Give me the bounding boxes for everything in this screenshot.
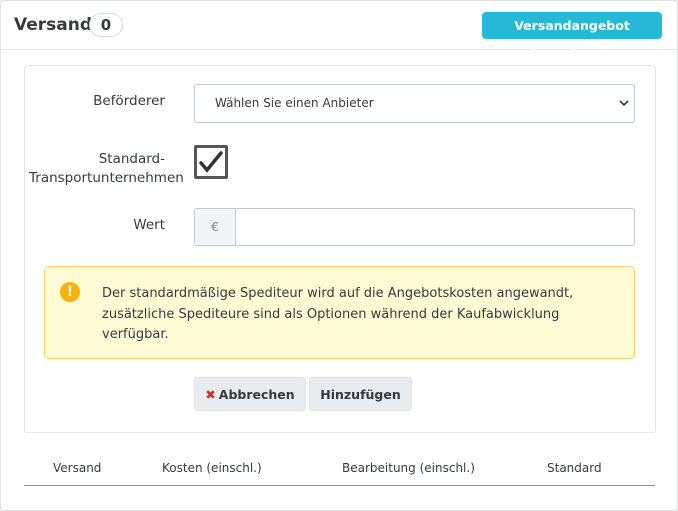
carrier-select[interactable]: Wählen Sie einen Anbieter	[194, 84, 635, 123]
panel-title: Versand	[14, 15, 93, 35]
table-header-divider	[24, 485, 655, 486]
add-button[interactable]: Hinzufügen	[309, 377, 412, 411]
info-alert: ! Der standardmäßige Spediteur wird auf …	[44, 266, 635, 359]
default-carrier-checkbox[interactable]	[194, 145, 228, 179]
value-input-group: €	[194, 208, 635, 246]
column-header-shipping: Versand	[53, 461, 102, 475]
value-label: Wert	[133, 217, 165, 233]
column-header-cost: Kosten (einschl.)	[162, 461, 262, 475]
warning-icon: !	[60, 282, 80, 302]
default-carrier-label-line1: Standard-	[98, 151, 165, 167]
checkmark-icon	[199, 151, 223, 173]
count-badge: 0	[89, 13, 123, 37]
carrier-select-value: Wählen Sie einen Anbieter	[215, 96, 374, 110]
default-carrier-label-line2: Transportunternehmen	[29, 170, 184, 186]
column-header-default: Standard	[547, 461, 602, 475]
alert-text: Der standardmäßige Spediteur wird auf di…	[102, 286, 574, 342]
cancel-label: Abbrechen	[218, 387, 295, 402]
currency-addon: €	[195, 209, 236, 245]
carrier-label: Beförderer	[93, 93, 165, 109]
value-input[interactable]	[237, 210, 631, 244]
chevron-down-icon	[619, 100, 629, 107]
cancel-button[interactable]: ✖ Abbrechen	[194, 377, 306, 411]
shipping-panel: Versand 0 Versandangebot hinzufügen Befö…	[0, 0, 678, 511]
panel-header: Versand 0 Versandangebot hinzufügen	[1, 1, 677, 60]
add-shipping-offer-button[interactable]: Versandangebot hinzufügen	[482, 12, 662, 60]
column-header-handling: Bearbeitung (einschl.)	[342, 461, 475, 475]
close-icon: ✖	[205, 387, 216, 402]
